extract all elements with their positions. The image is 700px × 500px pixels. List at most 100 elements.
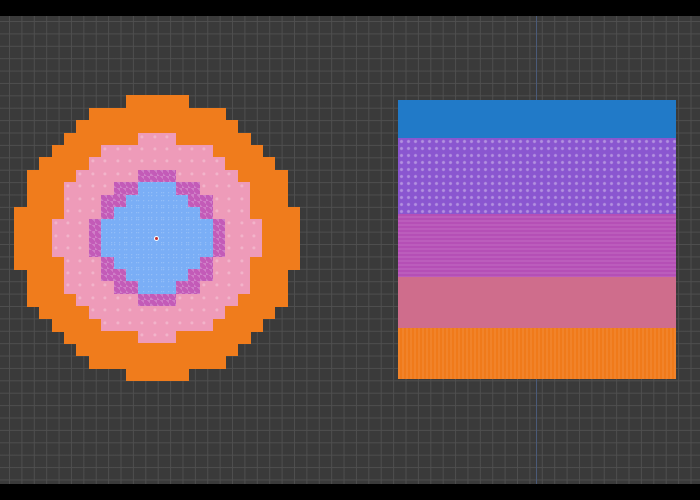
- map-tile-orange[interactable]: [274, 231, 288, 245]
- map-tile-blue[interactable]: [175, 269, 189, 282]
- map-tile-pink[interactable]: [138, 132, 152, 146]
- map-tile-pink[interactable]: [188, 145, 201, 158]
- map-tile-blue[interactable]: [163, 231, 177, 245]
- map-tile-pink[interactable]: [150, 318, 164, 332]
- map-tile-orange[interactable]: [138, 355, 152, 369]
- map-tile-orange[interactable]: [26, 256, 40, 270]
- map-tile-orange[interactable]: [188, 120, 201, 134]
- map-tile-orange[interactable]: [39, 306, 53, 320]
- map-tile-orange[interactable]: [237, 169, 251, 183]
- map-tile-pink[interactable]: [150, 306, 164, 320]
- map-tile-orange[interactable]: [262, 157, 276, 171]
- map-tile-orange[interactable]: [51, 169, 65, 183]
- map-tile-orange[interactable]: [262, 182, 276, 196]
- map-tile-pink[interactable]: [88, 293, 102, 307]
- map-tile-orange[interactable]: [51, 207, 65, 220]
- map-tile-blue[interactable]: [126, 219, 139, 233]
- map-tile-pink[interactable]: [200, 318, 214, 332]
- map-tile-orange[interactable]: [175, 343, 189, 357]
- map-tile-pink[interactable]: [225, 281, 239, 295]
- map-tile-magenta[interactable]: [175, 281, 189, 295]
- map-tile-orange[interactable]: [163, 355, 177, 369]
- map-tile-orange[interactable]: [64, 169, 77, 183]
- map-tile-orange[interactable]: [51, 157, 65, 171]
- map-tile-orange[interactable]: [250, 145, 263, 158]
- map-tile-orange[interactable]: [51, 182, 65, 196]
- map-tile-pink[interactable]: [237, 231, 251, 245]
- map-tile-orange[interactable]: [138, 107, 152, 121]
- palette-stripe-magenta[interactable]: [398, 214, 676, 277]
- map-tile-orange[interactable]: [51, 318, 65, 332]
- map-tile-pink[interactable]: [126, 145, 139, 158]
- map-tile-blue[interactable]: [113, 231, 127, 245]
- map-tile-orange[interactable]: [51, 281, 65, 295]
- map-tile-pink[interactable]: [237, 256, 251, 270]
- map-tile-orange[interactable]: [88, 145, 102, 158]
- palette-stripe-orange[interactable]: [398, 328, 676, 379]
- map-tile-magenta[interactable]: [101, 256, 115, 270]
- map-tile-magenta[interactable]: [200, 256, 214, 270]
- map-tile-pink[interactable]: [113, 306, 127, 320]
- map-tile-orange[interactable]: [101, 331, 115, 344]
- map-tile-blue[interactable]: [163, 244, 177, 258]
- map-tile-magenta[interactable]: [188, 182, 201, 196]
- map-tile-pink[interactable]: [212, 269, 226, 282]
- map-tile-orange[interactable]: [262, 244, 276, 258]
- map-tile-orange[interactable]: [76, 120, 90, 134]
- map-tile-pink[interactable]: [76, 169, 90, 183]
- map-tile-pink[interactable]: [163, 331, 177, 344]
- map-tile-magenta[interactable]: [138, 293, 152, 307]
- map-tile-pink[interactable]: [138, 145, 152, 158]
- map-tile-blue[interactable]: [175, 231, 189, 245]
- map-tile-pink[interactable]: [101, 169, 115, 183]
- map-tile-magenta[interactable]: [163, 293, 177, 307]
- map-tile-orange[interactable]: [26, 231, 40, 245]
- map-tile-orange[interactable]: [39, 219, 53, 233]
- map-tile-pink[interactable]: [76, 231, 90, 245]
- map-tile-magenta[interactable]: [88, 231, 102, 245]
- map-tile-orange[interactable]: [150, 368, 164, 382]
- map-tile-orange[interactable]: [237, 318, 251, 332]
- map-tile-pink[interactable]: [150, 132, 164, 146]
- map-tile-orange[interactable]: [88, 331, 102, 344]
- map-tile-orange[interactable]: [212, 318, 226, 332]
- map-tile-blue[interactable]: [188, 256, 201, 270]
- map-tile-pink[interactable]: [212, 281, 226, 295]
- map-tile-pink[interactable]: [126, 306, 139, 320]
- map-tile-pink[interactable]: [113, 318, 127, 332]
- map-tile-pink[interactable]: [237, 182, 251, 196]
- map-tile-pink[interactable]: [64, 194, 77, 208]
- map-tile-orange[interactable]: [274, 256, 288, 270]
- map-tile-pink[interactable]: [64, 256, 77, 270]
- map-tile-blue[interactable]: [188, 231, 201, 245]
- map-tile-orange[interactable]: [51, 194, 65, 208]
- map-tile-orange[interactable]: [212, 107, 226, 121]
- map-tile-pink[interactable]: [212, 169, 226, 183]
- map-tile-pink[interactable]: [138, 331, 152, 344]
- map-tile-blue[interactable]: [113, 219, 127, 233]
- map-tile-orange[interactable]: [101, 343, 115, 357]
- map-tile-magenta[interactable]: [150, 293, 164, 307]
- map-tile-blue[interactable]: [150, 269, 164, 282]
- map-tile-orange[interactable]: [225, 306, 239, 320]
- map-tile-blue[interactable]: [113, 207, 127, 220]
- map-tile-orange[interactable]: [287, 219, 301, 233]
- map-tile-orange[interactable]: [88, 355, 102, 369]
- map-tile-pink[interactable]: [101, 281, 115, 295]
- map-tile-pink[interactable]: [237, 219, 251, 233]
- map-tile-pink[interactable]: [163, 132, 177, 146]
- map-tile-pink[interactable]: [64, 244, 77, 258]
- map-tile-orange[interactable]: [212, 331, 226, 344]
- map-tile-orange[interactable]: [200, 107, 214, 121]
- map-tile-pink[interactable]: [126, 293, 139, 307]
- map-tile-blue[interactable]: [163, 269, 177, 282]
- map-tile-blue[interactable]: [126, 194, 139, 208]
- map-tile-magenta[interactable]: [212, 244, 226, 258]
- map-tile-orange[interactable]: [64, 293, 77, 307]
- map-tile-orange[interactable]: [126, 368, 139, 382]
- map-tile-pink[interactable]: [126, 169, 139, 183]
- map-tile-blue[interactable]: [150, 207, 164, 220]
- map-tile-orange[interactable]: [113, 355, 127, 369]
- map-tile-pink[interactable]: [51, 244, 65, 258]
- map-tile-orange[interactable]: [126, 355, 139, 369]
